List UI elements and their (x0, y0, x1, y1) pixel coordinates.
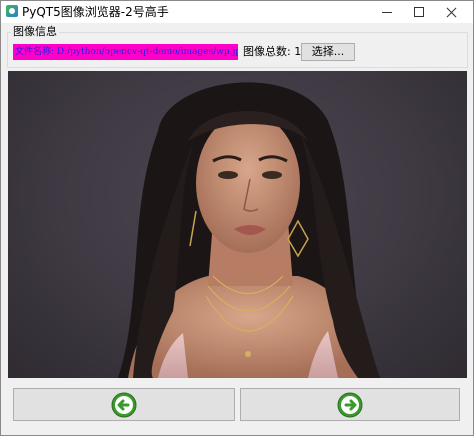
minimize-icon (382, 11, 392, 13)
previous-image-button[interactable] (13, 388, 235, 421)
arrow-left-icon (111, 392, 137, 417)
window-title: PyQT5图像浏览器-2号高手 (22, 5, 169, 19)
image-total-label: 图像总数: 17 (243, 45, 309, 58)
portrait-photo (118, 82, 380, 378)
close-button[interactable] (429, 1, 473, 23)
arrow-right-icon (337, 392, 363, 417)
next-image-button[interactable] (240, 388, 460, 421)
image-info-group-title: 图像信息 (11, 25, 59, 39)
filename-label: 文件名称: D:/python/opencv-qt-demo/images/wp… (13, 44, 238, 60)
app-icon (6, 5, 18, 17)
choose-button[interactable]: 选择... (301, 43, 355, 61)
image-viewer (8, 71, 467, 378)
close-icon (446, 7, 457, 18)
maximize-icon (414, 7, 424, 17)
title-bar[interactable]: PyQT5图像浏览器-2号高手 (1, 1, 473, 23)
